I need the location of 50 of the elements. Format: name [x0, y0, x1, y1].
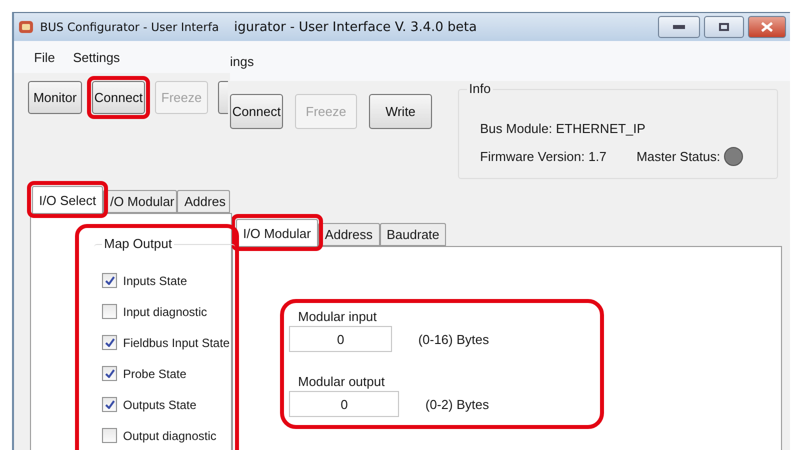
check-icon: [104, 276, 114, 285]
window-title: BUS Configurator - User Interfa: [40, 20, 219, 34]
maximize-button[interactable]: [704, 16, 744, 38]
checkbox[interactable]: [102, 335, 117, 350]
field-label: Modular input: [297, 309, 378, 324]
group-title: Info: [467, 81, 493, 96]
range-text: (0-2) Bytes: [425, 396, 489, 412]
input-field[interactable]: 0: [289, 326, 392, 352]
firmware-version-text: Firmware Version: 1.7: [480, 148, 606, 164]
tab[interactable]: Address: [318, 223, 380, 246]
close-icon: [761, 22, 773, 32]
checkbox[interactable]: [102, 273, 117, 288]
bus-module-text: Bus Module: ETHERNET_IP: [480, 120, 646, 136]
menu-item[interactable]: File: [34, 50, 55, 64]
window-title: igurator - User Interface V. 3.4.0 beta: [234, 20, 477, 34]
toolbar-button[interactable]: Write: [369, 94, 432, 129]
checkbox[interactable]: [102, 366, 117, 381]
check-icon: [104, 338, 114, 347]
tab[interactable]: /O Modular: [103, 190, 178, 213]
group-title: Map Output: [102, 236, 174, 251]
maximize-icon: [719, 23, 729, 31]
toolbar-button[interactable]: Connect: [230, 94, 283, 129]
minimize-button[interactable]: [658, 16, 700, 38]
menu-item[interactable]: ings: [230, 54, 254, 68]
status-label: Master Status:: [636, 148, 720, 164]
field-label: Modular output: [297, 374, 386, 389]
tab[interactable]: Addres: [177, 190, 230, 213]
tab[interactable]: I/O Modular: [236, 219, 318, 246]
check-icon: [104, 369, 114, 378]
input-field[interactable]: 0: [289, 391, 400, 417]
toolbar-button[interactable]: Connect: [92, 81, 145, 114]
checkbox[interactable]: [102, 397, 117, 412]
checkbox-label: Input diagnostic: [123, 304, 208, 318]
checkbox[interactable]: [102, 428, 117, 443]
checkbox-label: Fieldbus Input State: [123, 336, 230, 350]
checkbox-label: Probe State: [123, 366, 186, 380]
tab[interactable]: I/O Select: [32, 186, 104, 213]
close-button[interactable]: [748, 16, 786, 38]
checkbox-label: Outputs State: [123, 398, 196, 412]
tab[interactable]: Baudrate: [380, 223, 446, 246]
checkbox-label: Inputs State: [123, 274, 188, 288]
minimize-icon: [673, 25, 685, 29]
range-text: (0-16) Bytes: [418, 332, 489, 346]
menu-item[interactable]: Settings: [72, 50, 120, 64]
check-icon: [104, 400, 114, 409]
checkbox[interactable]: [102, 304, 117, 319]
toolbar-button[interactable]: Monitor: [28, 81, 82, 114]
checkbox-label: Output diagnostic: [123, 428, 216, 442]
toolbar-button[interactable]: [218, 81, 228, 114]
app-icon: [18, 19, 34, 35]
